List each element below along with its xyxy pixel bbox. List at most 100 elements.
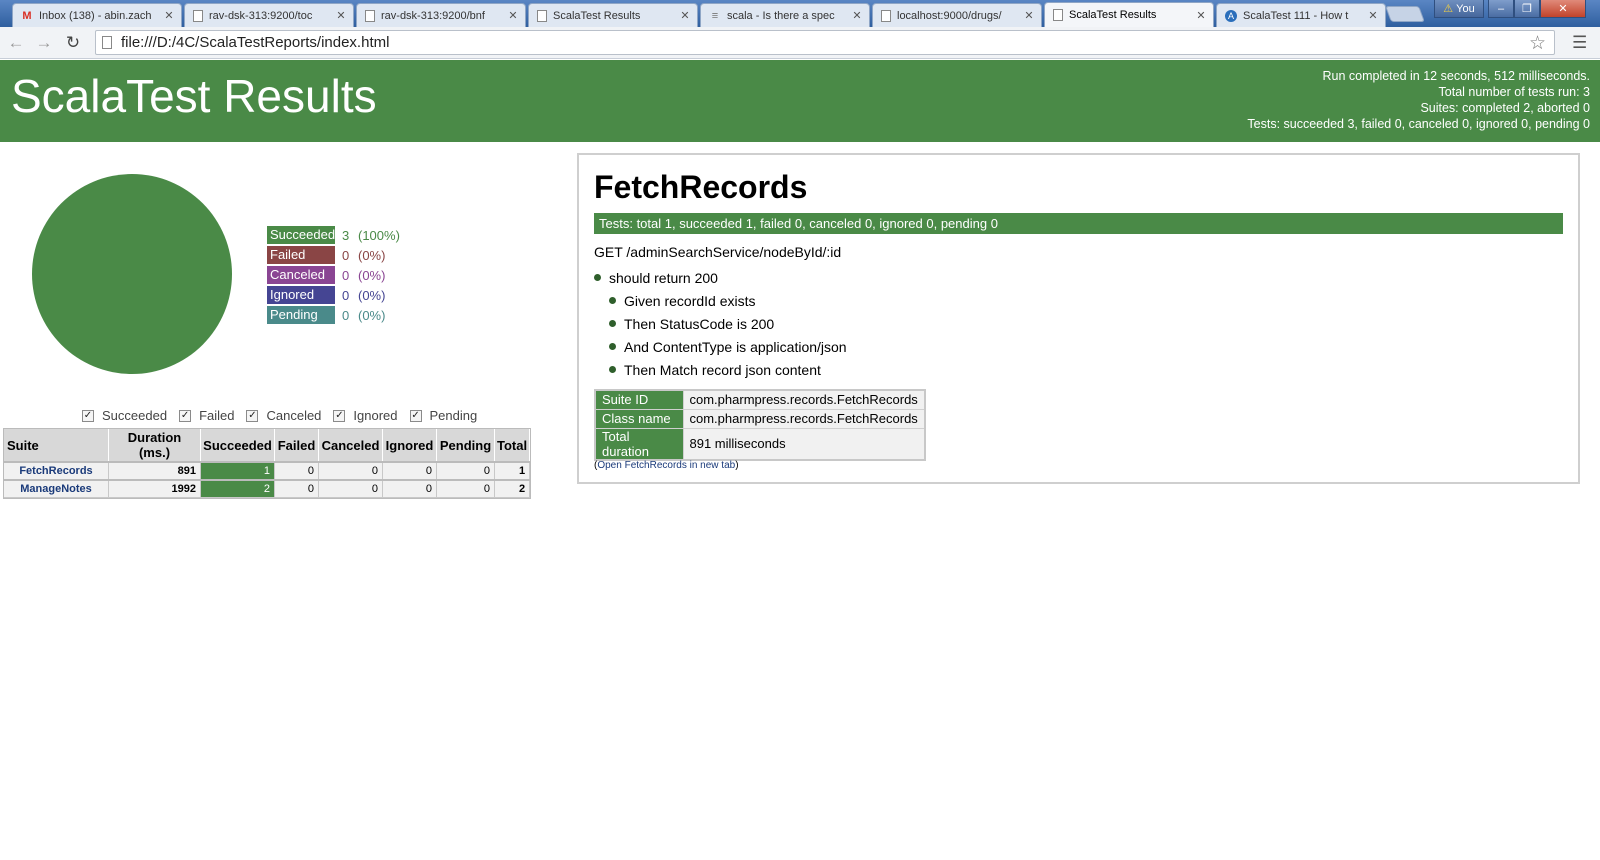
column-header[interactable]: Pending [436, 428, 495, 462]
legend-count: 0 [342, 247, 350, 263]
tab-close-icon[interactable]: ✕ [1367, 9, 1379, 22]
browser-tab-1[interactable]: rav-dsk-313:9200/toc ✕ [184, 3, 354, 27]
table-cell: 0 [274, 461, 319, 480]
filter-label: Pending [429, 408, 478, 423]
bullet-icon [609, 297, 616, 304]
table-row[interactable]: ManageNotes 1992 2 0 0 0 0 2 [2, 478, 531, 499]
legend-row-ignored: Ignored 0 (0%) [267, 285, 400, 305]
suite-name-link[interactable]: ManageNotes [3, 479, 109, 498]
browser-tab-0[interactable]: M Inbox (138) - abin.zach ✕ [12, 3, 182, 27]
suite-detail-panel: FetchRecords Tests: total 1, succeeded 1… [577, 153, 1580, 484]
tab-close-icon[interactable]: ✕ [335, 9, 347, 22]
column-header[interactable]: Failed [274, 428, 319, 462]
filter-label: Failed [199, 408, 235, 423]
info-key: Class name [594, 408, 684, 429]
tab-close-icon[interactable]: ✕ [1195, 9, 1207, 22]
table-cell: 0 [436, 461, 495, 480]
document-icon [881, 9, 891, 22]
paren-close: ) [735, 460, 739, 471]
tab-title: ScalaTest Results [1069, 9, 1157, 21]
table-cell: 1 [200, 461, 275, 480]
browser-tab-3[interactable]: ScalaTest Results ✕ [528, 3, 698, 27]
tab-close-icon[interactable]: ✕ [851, 9, 863, 22]
table-row[interactable]: FetchRecords 891 1 0 0 0 0 1 [2, 460, 531, 481]
legend-row-succeeded: Succeeded 3 (100%) [267, 225, 400, 245]
back-arrow-icon[interactable]: ← [6, 33, 26, 53]
bookmark-star-icon[interactable]: ☆ [1529, 32, 1546, 55]
table-cell: 2 [493, 479, 531, 498]
pending-checkbox[interactable]: ✓ [409, 409, 422, 422]
info-row: Class name com.pharmpress.records.FetchR… [594, 408, 926, 429]
column-header[interactable]: Canceled [318, 428, 383, 462]
summary-line: Total number of tests run: 3 [1438, 85, 1590, 99]
table-cell: 0 [382, 479, 437, 498]
test-case: should return 200 [594, 266, 847, 289]
hamburger-menu-icon[interactable]: ☰ [1572, 33, 1587, 53]
tab-close-icon[interactable]: ✕ [163, 9, 175, 22]
info-value: 891 milliseconds [682, 427, 926, 460]
column-header[interactable]: Suite [3, 428, 109, 462]
tab-close-icon[interactable]: ✕ [507, 9, 519, 22]
tab-close-icon[interactable]: ✕ [1023, 9, 1035, 22]
document-icon [1053, 9, 1063, 21]
summary-line: Run completed in 12 seconds, 512 millise… [1322, 69, 1590, 83]
column-header[interactable]: Duration (ms.) [108, 428, 201, 462]
browser-tab-5[interactable]: localhost:9000/drugs/ ✕ [872, 3, 1042, 27]
suite-name-link[interactable]: FetchRecords [3, 461, 109, 480]
test-step-label: Given recordId exists [624, 292, 756, 309]
table-cell: 0 [318, 461, 383, 480]
tab-title: rav-dsk-313:9200/bnf [381, 9, 485, 22]
legend-percent: (0%) [358, 307, 386, 323]
new-tab-button[interactable] [1385, 6, 1425, 22]
suite-info-table: Suite ID com.pharmpress.records.FetchRec… [594, 389, 926, 461]
legend-label: Ignored [267, 286, 335, 304]
browser-tab-7[interactable]: A ScalaTest 111 - How t ✕ [1216, 3, 1386, 27]
window-close-icon[interactable]: ✕ [1540, 0, 1586, 18]
reload-icon[interactable]: ↻ [63, 33, 83, 53]
browser-tab-2[interactable]: rav-dsk-313:9200/bnf ✕ [356, 3, 526, 27]
document-icon [193, 9, 203, 22]
open-new-tab-link[interactable]: Open FetchRecords in new tab [597, 460, 735, 471]
run-summary: Run completed in 12 seconds, 512 millise… [1247, 68, 1590, 132]
browser-toolbar: ← → ↻ file:///D:/4C/ScalaTestReports/ind… [0, 27, 1600, 59]
info-value: com.pharmpress.records.FetchRecords [682, 408, 926, 429]
browser-tab-4[interactable]: ≡ scala - Is there a spec ✕ [700, 3, 870, 27]
minimize-icon[interactable]: – [1488, 0, 1514, 18]
column-header[interactable]: Succeeded [200, 428, 275, 462]
restore-icon[interactable]: ❐ [1514, 0, 1540, 18]
tab-close-icon[interactable]: ✕ [679, 9, 691, 22]
result-filters: ✓ Succeeded ✓ Failed ✓ Canceled ✓ Ignore… [82, 408, 489, 423]
tab-title: ScalaTest 111 - How t [1243, 9, 1349, 22]
test-step: Given recordId exists [594, 289, 847, 312]
succeeded-checkbox[interactable]: ✓ [82, 409, 94, 422]
legend-label: Succeeded [267, 226, 335, 244]
test-step-label: Then StatusCode is 200 [624, 315, 775, 332]
info-key: Suite ID [594, 389, 684, 410]
table-cell: 0 [382, 461, 437, 480]
results-pie-chart [32, 174, 232, 374]
legend-percent: (0%) [358, 287, 386, 303]
address-bar[interactable]: file:///D:/4C/ScalaTestReports/index.htm… [95, 30, 1555, 55]
info-value: com.pharmpress.records.FetchRecords [682, 389, 926, 410]
browser-tabstrip: M Inbox (138) - abin.zach ✕ rav-dsk-313:… [0, 0, 1600, 27]
filter-label: Canceled [266, 408, 322, 423]
canceled-checkbox[interactable]: ✓ [246, 409, 259, 422]
tab-title: scala - Is there a spec [727, 9, 835, 22]
user-profile-button[interactable]: ⚠ You [1434, 0, 1484, 18]
user-label: You [1456, 2, 1475, 15]
ignored-checkbox[interactable]: ✓ [333, 409, 346, 422]
legend-percent: (100%) [358, 227, 400, 243]
forward-arrow-icon[interactable]: → [34, 33, 54, 53]
test-scope: GET /adminSearchService/nodeById/:id [594, 244, 842, 260]
column-header[interactable]: Ignored [382, 428, 437, 462]
tab-title: localhost:9000/drugs/ [897, 9, 1002, 22]
browser-tab-6[interactable]: ScalaTest Results ✕ [1044, 2, 1214, 27]
results-header: ScalaTest Results Run completed in 12 se… [0, 60, 1600, 142]
window-controls: – ❐ ✕ [1488, 0, 1586, 19]
test-step: Then Match record json content [594, 358, 847, 381]
failed-checkbox[interactable]: ✓ [179, 409, 192, 422]
open-in-new-tab: (Open FetchRecords in new tab) [594, 460, 739, 471]
column-header[interactable]: Total [493, 428, 531, 462]
table-cell: 0 [436, 479, 495, 498]
legend-label: Canceled [267, 266, 335, 284]
